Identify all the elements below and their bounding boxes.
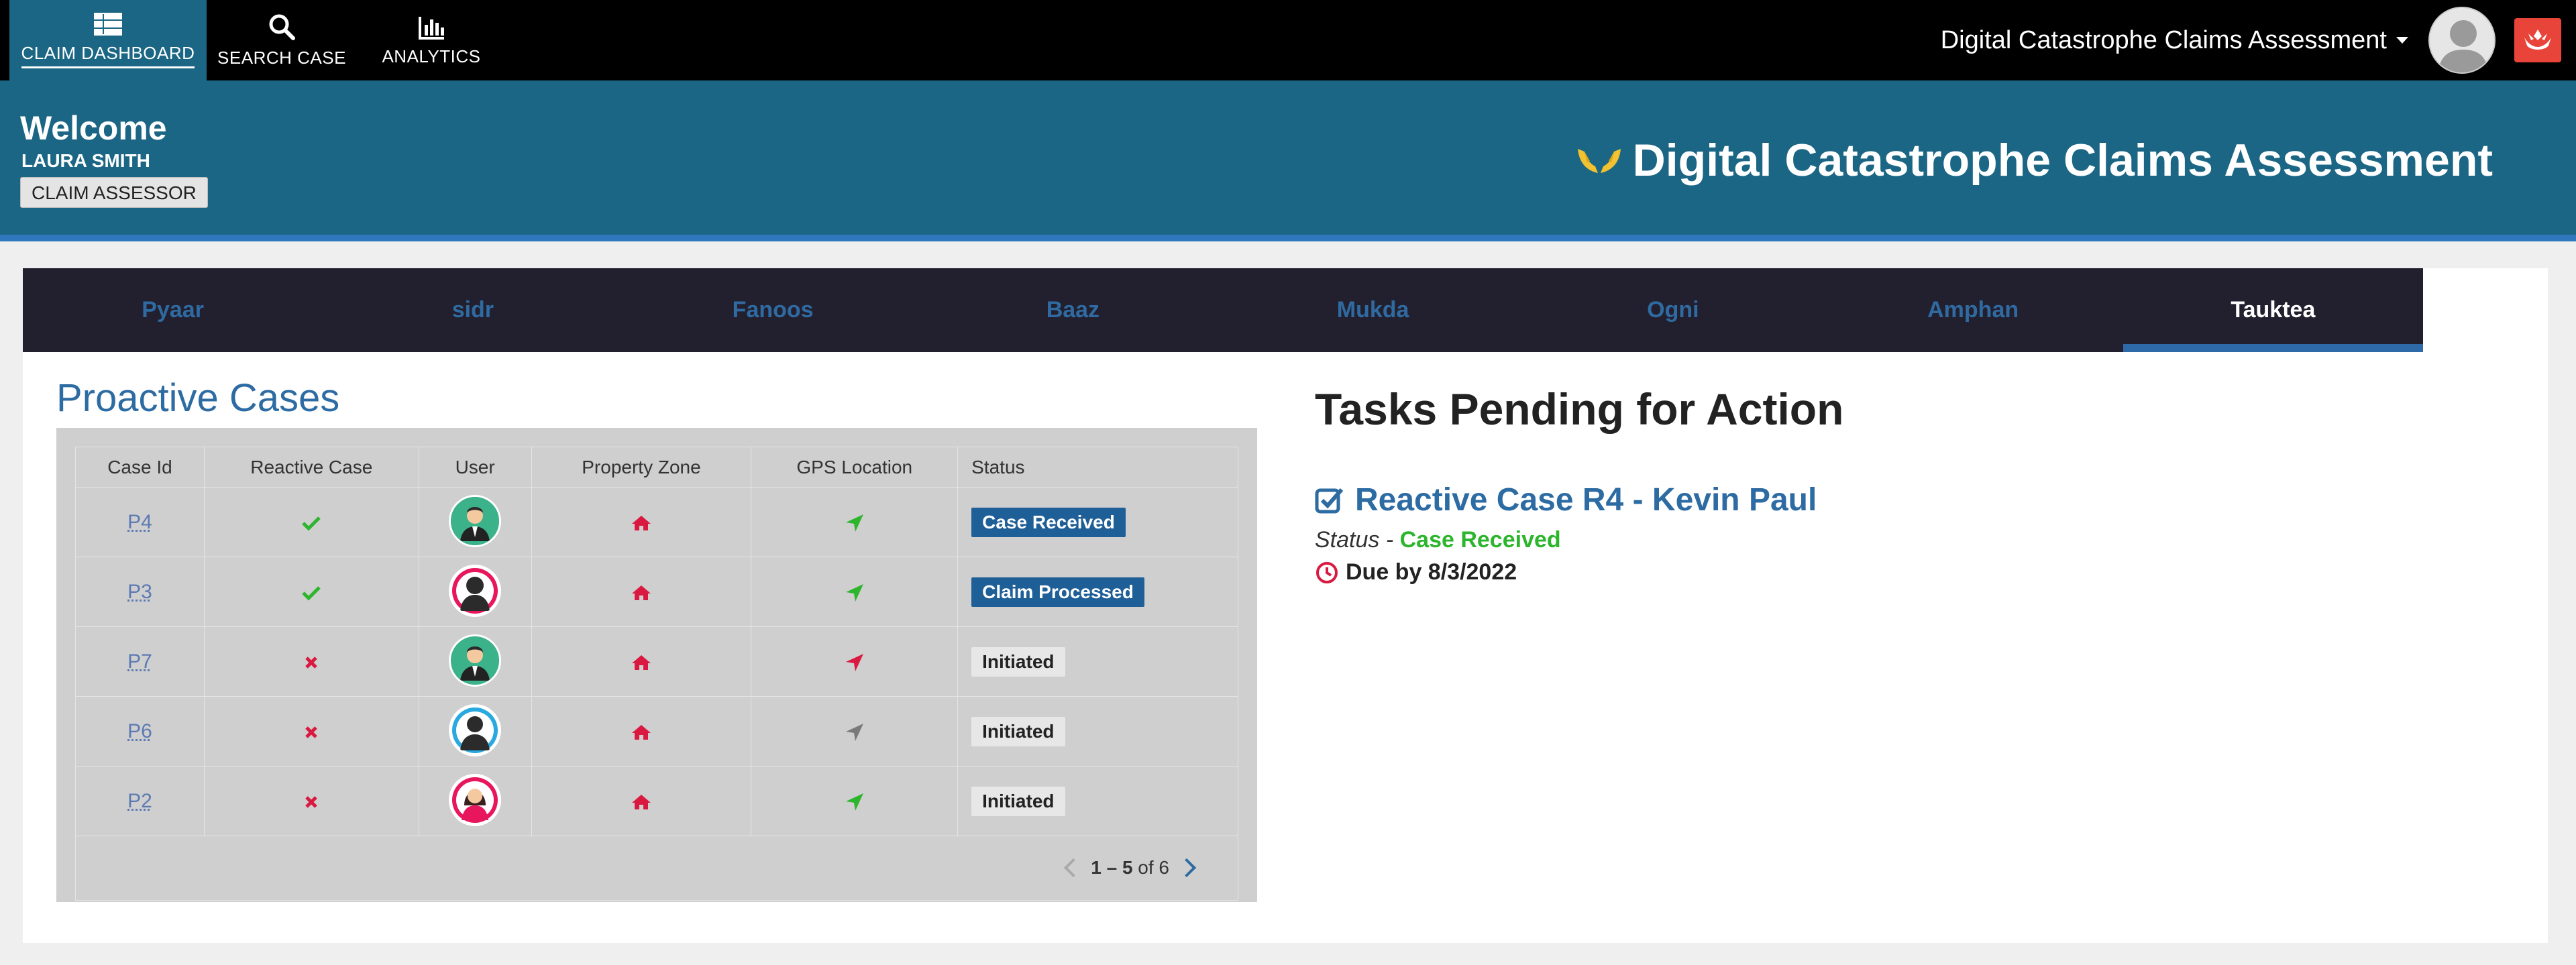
close-icon: [305, 796, 318, 808]
header-banner: Welcome LAURA SMITH CLAIM ASSESSOR Digit…: [0, 80, 2576, 241]
pager-range: 1 – 5: [1091, 857, 1133, 878]
welcome-heading: Welcome: [20, 109, 167, 147]
home-icon: [631, 516, 651, 531]
brand-title-text: Digital Catastrophe Claims Assessment: [1632, 135, 2493, 186]
user-silhouette-icon: [2438, 20, 2489, 72]
male-user-icon: [451, 636, 500, 685]
male-user-icon: [451, 496, 500, 545]
avatar: [449, 773, 502, 826]
user-avatar[interactable]: [2428, 7, 2496, 74]
app-title: Digital Catastrophe Claims Assessment: [1940, 25, 2387, 54]
case-id-link[interactable]: P3: [127, 581, 152, 603]
check-icon: [302, 516, 321, 531]
bar-chart-icon: [419, 16, 444, 40]
avatar: [449, 703, 502, 756]
nav-claim-dashboard[interactable]: CLAIM DASHBOARD: [9, 0, 207, 80]
tab-fanoos[interactable]: Fanoos: [623, 268, 923, 352]
home-icon: [631, 585, 651, 601]
checkbox-checked-icon: [1315, 488, 1344, 513]
close-icon: [305, 726, 318, 738]
clock-icon: [1316, 561, 1338, 583]
status-badge: Claim Processed: [971, 577, 1144, 607]
nav-analytics[interactable]: ANALYTICS: [368, 0, 495, 80]
close-icon: [305, 657, 318, 669]
task-status: Status - Case Received: [1315, 527, 1561, 553]
catastrophe-tabs: Pyaar sidr Fanoos Baaz Mukda Ogni Amphan…: [23, 268, 2424, 352]
tasks-title: Tasks Pending for Action: [1315, 384, 1844, 434]
nav-search-case[interactable]: SEARCH CASE: [215, 0, 349, 80]
location-arrow-icon: [845, 723, 863, 741]
search-icon: [269, 14, 295, 40]
tab-ogni[interactable]: Ogni: [1523, 268, 1823, 352]
nav-label: CLAIM DASHBOARD: [21, 43, 195, 68]
proactive-cases-table: Case Id Reactive Case User Property Zone…: [56, 428, 1257, 902]
chevron-right-icon[interactable]: [1177, 858, 1197, 878]
app-title-dropdown[interactable]: Digital Catastrophe Claims Assessment: [1941, 0, 2408, 80]
status-badge: Case Received: [971, 507, 1126, 537]
table-row: P4 Case Received: [75, 487, 1238, 557]
tab-mukda[interactable]: Mukda: [1223, 268, 1523, 352]
task-item-link[interactable]: Reactive Case R4 - Kevin Paul: [1315, 481, 1817, 518]
status-badge: Initiated: [971, 786, 1065, 816]
home-icon: [631, 795, 651, 810]
main-card: Pyaar sidr Fanoos Baaz Mukda Ogni Amphan…: [23, 268, 2548, 943]
location-arrow-icon: [845, 653, 863, 671]
column-header[interactable]: Property Zone: [531, 447, 752, 488]
home-icon: [631, 725, 651, 740]
top-navbar: CLAIM DASHBOARD SEARCH CASE ANALYTICS Di…: [0, 0, 2576, 80]
case-id-link[interactable]: P2: [127, 790, 152, 812]
column-header[interactable]: GPS Location: [751, 447, 959, 488]
status-badge: Initiated: [971, 646, 1065, 677]
chevron-down-icon: [2396, 37, 2408, 44]
table-row: P6 Initiated: [75, 696, 1238, 767]
tab-amphan[interactable]: Amphan: [1823, 268, 2123, 352]
column-header[interactable]: Case Id: [75, 447, 205, 488]
task-due: Due by 8/3/2022: [1315, 559, 1517, 585]
chevron-left-icon[interactable]: [1064, 858, 1083, 878]
pager-row: 1 – 5 of 6: [75, 836, 1238, 901]
location-arrow-icon: [845, 793, 863, 811]
case-id-link[interactable]: P7: [127, 650, 152, 673]
pager-total: of 6: [1138, 857, 1169, 878]
case-id-link[interactable]: P4: [127, 511, 152, 533]
table-row: P2 Initiated: [75, 766, 1238, 836]
avatar: [449, 564, 502, 617]
column-header[interactable]: User: [418, 447, 532, 488]
task-due-text: Due by 8/3/2022: [1346, 559, 1517, 585]
user-name: LAURA SMITH: [21, 150, 150, 171]
tab-sidr[interactable]: sidr: [323, 268, 623, 352]
case-id-link[interactable]: P6: [127, 720, 152, 742]
task-status-value: Case Received: [1399, 527, 1561, 553]
task-item-title: Reactive Case R4 - Kevin Paul: [1355, 482, 1817, 518]
tab-pyaar[interactable]: Pyaar: [23, 268, 323, 352]
home-icon: [631, 655, 651, 671]
avatar: [449, 494, 502, 547]
column-header[interactable]: Status: [957, 447, 1238, 488]
status-badge: Initiated: [971, 716, 1065, 746]
tab-tauktea[interactable]: Tauktea: [2123, 268, 2424, 352]
brand-title: Digital Catastrophe Claims Assessment: [1575, 134, 2493, 186]
brand-logo-icon[interactable]: [2514, 18, 2561, 62]
location-arrow-icon: [845, 583, 863, 602]
avatar: [449, 634, 502, 687]
location-arrow-icon: [845, 514, 863, 532]
task-status-label: Status -: [1315, 527, 1400, 553]
table-row: P7 Initiated: [75, 626, 1238, 697]
pagination: 1 – 5 of 6: [1056, 857, 1204, 878]
male-user-icon: [452, 707, 498, 753]
nav-label: SEARCH CASE: [217, 47, 346, 68]
column-header[interactable]: Reactive Case: [203, 447, 419, 488]
female-user-icon: [452, 567, 498, 614]
role-badge: CLAIM ASSESSOR: [20, 177, 208, 208]
hands-icon: [1577, 149, 1621, 173]
tab-baaz[interactable]: Baaz: [923, 268, 1223, 352]
check-icon: [302, 586, 321, 601]
table-row: P3 Claim Processed: [75, 557, 1238, 627]
proactive-cases-title: Proactive Cases: [56, 376, 340, 420]
table-header-row: Case Id Reactive Case User Property Zone…: [75, 447, 1238, 488]
female-user-icon: [452, 777, 498, 823]
grid-list-icon: [94, 13, 122, 36]
nav-label: ANALYTICS: [382, 46, 481, 66]
